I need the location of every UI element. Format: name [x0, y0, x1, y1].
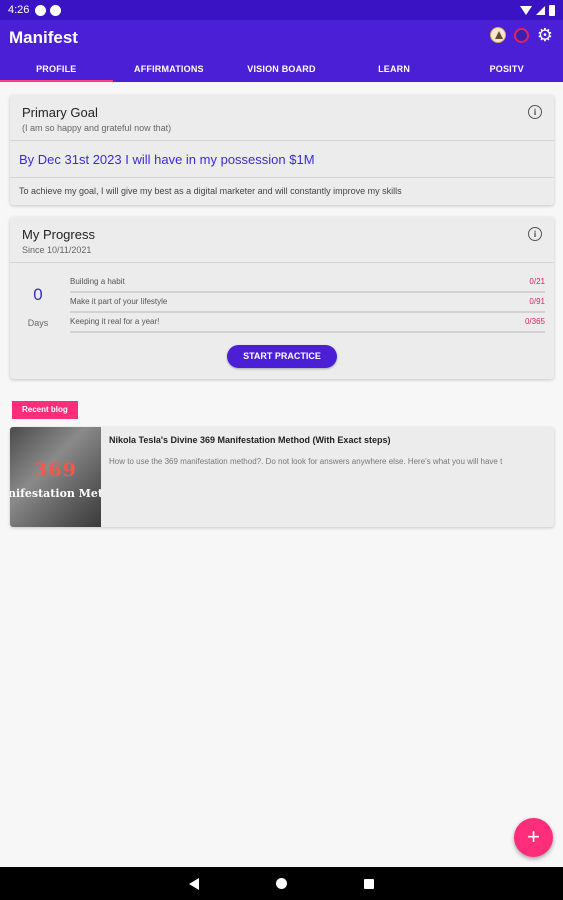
notification-icon: [35, 4, 47, 16]
divider: [10, 177, 554, 178]
notification-icon-2: [50, 4, 62, 16]
milestone-row: Building a habit 0/21: [70, 273, 545, 293]
progress-card: My Progress Since 10/11/2021 i 0 Days Bu…: [10, 217, 554, 379]
settings-gear-icon[interactable]: ⚙: [537, 26, 553, 44]
milestone-row: Keeping it real for a year! 0/365: [70, 313, 545, 333]
signal-icon: [536, 5, 545, 15]
status-time: 4:26: [8, 4, 30, 16]
milestone-label: Make it part of your lifestyle: [70, 297, 168, 306]
milestone-list: Building a habit 0/21 Make it part of yo…: [70, 273, 545, 333]
tab-learn[interactable]: LEARN: [338, 58, 451, 82]
milestone-count: 0/365: [524, 317, 545, 326]
thumbnail-caption: nifestation Meth: [10, 487, 101, 500]
goal-plan: To achieve my goal, I will give my best …: [19, 186, 402, 196]
status-indicators: [520, 4, 555, 16]
blog-card[interactable]: 369 nifestation Meth Nikola Tesla's Divi…: [10, 427, 554, 527]
divider: [10, 262, 554, 263]
milestone-label: Keeping it real for a year!: [70, 317, 160, 326]
progress-since: Since 10/11/2021: [22, 245, 92, 255]
tab-vision-board[interactable]: VISION BOARD: [225, 58, 338, 82]
divider: [10, 140, 554, 141]
add-fab-button[interactable]: +: [514, 818, 553, 857]
profile-avatar-icon[interactable]: [489, 27, 506, 43]
system-nav-bar: [0, 867, 563, 900]
tab-affirmations[interactable]: AFFIRMATIONS: [113, 58, 226, 82]
plus-icon: +: [527, 824, 540, 849]
start-practice-button[interactable]: START PRACTICE: [227, 345, 337, 368]
milestone-row: Make it part of your lifestyle 0/91: [70, 293, 545, 313]
primary-goal-card[interactable]: Primary Goal (I am so happy and grateful…: [10, 95, 554, 205]
badge-avatar-icon[interactable]: [513, 27, 529, 43]
tab-positv[interactable]: POSITV: [450, 58, 563, 82]
app-title: Manifest: [9, 28, 78, 47]
milestone-label: Building a habit: [70, 277, 125, 286]
days-count: 0: [33, 285, 43, 304]
blog-thumbnail: 369 nifestation Meth: [10, 427, 101, 527]
recents-icon[interactable]: [364, 878, 374, 889]
info-icon[interactable]: i: [528, 227, 542, 241]
milestone-count: 0/91: [529, 297, 545, 306]
status-bar: 4:26: [0, 0, 563, 20]
battery-icon: [549, 4, 555, 16]
app-bar-actions: ⚙: [489, 26, 553, 44]
milestone-count: 0/21: [529, 277, 545, 286]
recent-blog-badge: Recent blog: [12, 401, 78, 419]
thumbnail-number: 369: [34, 459, 77, 481]
days-label: Days: [27, 318, 49, 328]
home-icon[interactable]: [276, 878, 287, 889]
primary-goal-subheading: (I am so happy and grateful now that): [22, 123, 172, 133]
back-icon[interactable]: [189, 877, 199, 890]
progress-heading: My Progress: [22, 227, 95, 242]
primary-goal-heading: Primary Goal: [22, 105, 98, 120]
info-icon[interactable]: i: [528, 105, 542, 119]
tab-profile[interactable]: PROFILE: [0, 58, 113, 82]
blog-title: Nikola Tesla's Divine 369 Manifestation …: [109, 435, 391, 445]
wifi-icon: [520, 5, 532, 15]
goal-statement: By Dec 31st 2023 I will have in my posse…: [19, 152, 315, 167]
app-bar: Manifest ⚙ PROFILE AFFIRMATIONS VISION B…: [0, 20, 563, 82]
tab-bar: PROFILE AFFIRMATIONS VISION BOARD LEARN …: [0, 58, 563, 82]
blog-snippet: How to use the 369 manifestation method?…: [109, 457, 503, 466]
